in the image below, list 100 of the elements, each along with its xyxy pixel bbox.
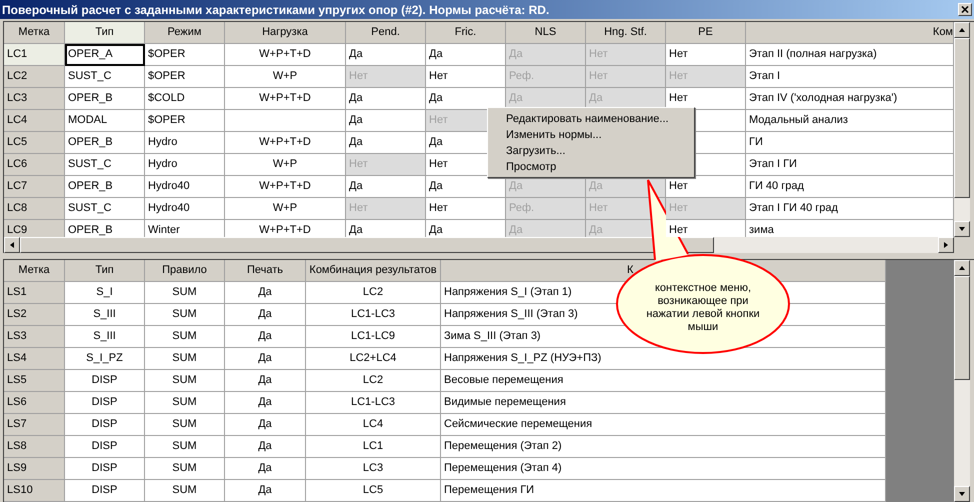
table-cell: LC2+LC4: [306, 348, 441, 370]
table-cell: Нет: [426, 198, 506, 220]
table-cell: MODAL: [65, 110, 145, 132]
row-header[interactable]: LC6: [4, 154, 65, 176]
table-cell: Модальный анализ: [746, 110, 954, 132]
scroll-arrow-button[interactable]: [954, 221, 970, 237]
table-cell: $OPER: [145, 66, 225, 88]
table-cell: Да: [225, 458, 306, 480]
table-cell: Да: [225, 370, 306, 392]
row-header[interactable]: LC7: [4, 176, 65, 198]
table-cell: Реф.: [506, 66, 586, 88]
column-header[interactable]: Метка: [4, 260, 65, 282]
row-header[interactable]: LC2: [4, 66, 65, 88]
row-header[interactable]: LS5: [4, 370, 65, 392]
table-cell: LC1-LC3: [306, 392, 441, 414]
table-cell: SUM: [145, 304, 225, 326]
scroll-arrow-button[interactable]: [954, 22, 970, 38]
table-cell: Да: [426, 88, 506, 110]
table-cell: SUM: [145, 370, 225, 392]
table-cell: Hydro40: [145, 176, 225, 198]
column-header[interactable]: Fric.: [426, 22, 506, 44]
column-header[interactable]: Печать: [225, 260, 306, 282]
table-cell: Напряжения S_I_PZ (НУЭ+ПЗ): [441, 348, 886, 370]
table-cell: ГИ: [746, 132, 954, 154]
row-header[interactable]: LS2: [4, 304, 65, 326]
column-header[interactable]: Комбинация результатов: [306, 260, 441, 282]
scroll-arrow-button[interactable]: [954, 260, 970, 276]
table-cell: OPER_B: [65, 88, 145, 110]
column-header[interactable]: Нагрузка: [225, 22, 346, 44]
column-header[interactable]: Тип: [65, 22, 145, 44]
scroll-arrow-button[interactable]: [954, 486, 970, 502]
table-cell: SUST_C: [65, 66, 145, 88]
close-button[interactable]: [958, 3, 972, 16]
arrow-up-icon: [958, 26, 966, 34]
column-header[interactable]: Режим: [145, 22, 225, 44]
column-header[interactable]: Тип: [65, 260, 145, 282]
column-header[interactable]: Метка: [4, 22, 65, 44]
row-header[interactable]: LS6: [4, 392, 65, 414]
row-header[interactable]: LC8: [4, 198, 65, 220]
vertical-scrollbar[interactable]: [954, 260, 970, 502]
table-cell: SUM: [145, 414, 225, 436]
table-cell: Видимые перемещения: [441, 392, 886, 414]
scroll-arrow-button[interactable]: [938, 237, 954, 253]
row-header[interactable]: LS9: [4, 458, 65, 480]
callout-text: контекстное меню, возникающее при нажатии левой кнопки мыши: [645, 282, 761, 334]
table-cell: Да: [506, 220, 586, 237]
column-header[interactable]: Hng. Stf.: [586, 22, 666, 44]
table-cell: Нет: [346, 198, 426, 220]
table-cell: LC1-LC9: [306, 326, 441, 348]
column-header[interactable]: Правило: [145, 260, 225, 282]
table-cell: Этап IV ('холодная нагрузка'): [746, 88, 954, 110]
row-header[interactable]: LS8: [4, 436, 65, 458]
row-header[interactable]: LC4: [4, 110, 65, 132]
vertical-scrollbar[interactable]: [954, 22, 970, 237]
row-header[interactable]: LS7: [4, 414, 65, 436]
table-cell: Winter: [145, 220, 225, 237]
row-header[interactable]: LS1: [4, 282, 65, 304]
scroll-arrow-button[interactable]: [4, 237, 20, 253]
table-cell: Этап I ГИ 40 град: [746, 198, 954, 220]
table-cell: LC1-LC3: [306, 304, 441, 326]
table-cell: SUST_C: [65, 198, 145, 220]
table-cell: Да: [506, 44, 586, 66]
scrollbar-thumb[interactable]: [954, 38, 970, 198]
column-header[interactable]: Pend.: [346, 22, 426, 44]
row-header[interactable]: LC9: [4, 220, 65, 237]
row-header[interactable]: LS4: [4, 348, 65, 370]
row-header[interactable]: LC5: [4, 132, 65, 154]
scrollbar-thumb[interactable]: [20, 237, 714, 253]
table-cell: Этап I: [746, 66, 954, 88]
table-cell: Перемещения (Этап 2): [441, 436, 886, 458]
table-cell: DISP: [65, 480, 145, 502]
column-header[interactable]: Ком: [746, 22, 954, 44]
horizontal-scrollbar[interactable]: [4, 237, 954, 253]
row-header[interactable]: LC1: [4, 44, 65, 66]
table-cell: Hydro: [145, 132, 225, 154]
table-cell: W+P+T+D: [225, 176, 346, 198]
table-cell: Да: [346, 88, 426, 110]
row-header[interactable]: LC3: [4, 88, 65, 110]
table-cell: W+P: [225, 154, 346, 176]
row-header[interactable]: LS3: [4, 326, 65, 348]
table-cell: $OPER: [145, 44, 225, 66]
table-cell: DISP: [65, 414, 145, 436]
table-cell: Hydro: [145, 154, 225, 176]
table-cell: Да: [225, 436, 306, 458]
row-header[interactable]: LS10: [4, 480, 65, 502]
table-cell: Да: [346, 220, 426, 237]
column-header[interactable]: NLS: [506, 22, 586, 44]
arrow-right-icon: [942, 241, 950, 249]
table-cell: DISP: [65, 392, 145, 414]
table-cell: SUM: [145, 282, 225, 304]
close-icon: [961, 6, 969, 13]
table-cell: Этап I ГИ: [746, 154, 954, 176]
table-cell: Нет: [586, 44, 666, 66]
arrow-left-icon: [8, 241, 16, 249]
table-cell: LC4: [306, 414, 441, 436]
scrollbar-thumb[interactable]: [954, 276, 970, 380]
table-cell: Нет: [666, 66, 746, 88]
table-cell: W+P+T+D: [225, 132, 346, 154]
table-cell: W+P+T+D: [225, 44, 346, 66]
column-header[interactable]: PE: [666, 22, 746, 44]
